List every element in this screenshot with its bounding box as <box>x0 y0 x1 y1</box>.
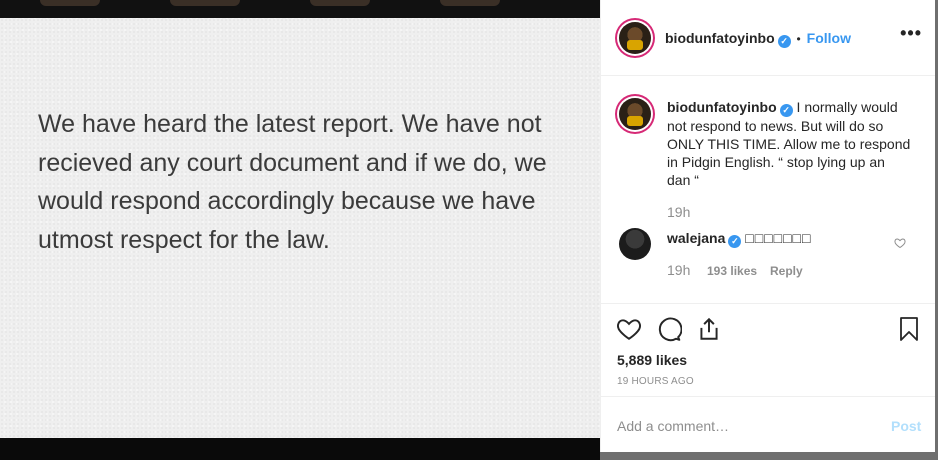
media-statement-text: We have heard the latest report. We have… <box>38 110 547 254</box>
avatar-shirt <box>627 116 643 126</box>
comment-likes[interactable]: 193 likes <box>707 264 757 278</box>
share-icon[interactable] <box>696 316 722 342</box>
header-separator: • <box>796 32 801 46</box>
post-side-panel: biodunfatoyinbo ✓ • Follow ••• biodunfato… <box>600 0 936 452</box>
media-bottom-strip <box>0 438 600 460</box>
comment-reply-button[interactable]: Reply <box>770 264 803 278</box>
media-top-shape <box>40 0 100 6</box>
media-top-strip <box>0 0 600 18</box>
post-time-ago[interactable]: 19 HOURS AGO <box>617 376 694 387</box>
verified-icon: ✓ <box>779 104 793 117</box>
verified-icon: ✓ <box>777 35 791 48</box>
caption-time[interactable]: 19h <box>667 204 690 220</box>
media-top-shape <box>310 0 370 6</box>
caption-username[interactable]: biodunfatoyinbo <box>667 99 777 115</box>
header-line: biodunfatoyinbo ✓ • Follow <box>665 30 851 48</box>
post-actions: 5,889 likes 19 HOURS AGO <box>601 304 936 397</box>
likes-count[interactable]: 5,889 likes <box>617 352 687 368</box>
caption-author-avatar[interactable] <box>619 98 651 130</box>
author-username[interactable]: biodunfatoyinbo <box>665 30 775 46</box>
caption-text-block: biodunfatoyinbo ✓ I normally would not re… <box>667 98 912 189</box>
comment-bubble-icon[interactable] <box>656 316 682 342</box>
media-top-shape <box>440 0 500 6</box>
comment-time[interactable]: 19h <box>667 262 690 278</box>
post-header: biodunfatoyinbo ✓ • Follow ••• <box>601 0 936 76</box>
author-avatar[interactable] <box>619 22 651 54</box>
comment-input[interactable]: Add a comment… <box>617 418 729 434</box>
comment-like-heart-icon[interactable] <box>894 237 906 249</box>
comment-text-block: walejana ✓ □□□□□□□ <box>667 229 912 248</box>
follow-button[interactable]: Follow <box>807 30 851 46</box>
verified-icon: ✓ <box>728 235 742 248</box>
comments-section: biodunfatoyinbo ✓ I normally would not re… <box>601 76 936 304</box>
commenter-avatar[interactable] <box>619 228 651 260</box>
bookmark-icon[interactable] <box>897 316 921 342</box>
more-options-icon[interactable]: ••• <box>900 24 922 42</box>
media-top-shape <box>170 0 240 6</box>
avatar-shirt <box>627 40 643 50</box>
post-media[interactable]: We have heard the latest report. We have… <box>0 0 600 460</box>
post-comment-button[interactable]: Post <box>891 418 921 434</box>
comment-text: □□□□□□□ <box>745 230 812 246</box>
comment-username[interactable]: walejana <box>667 230 725 246</box>
heart-icon[interactable] <box>616 316 642 342</box>
